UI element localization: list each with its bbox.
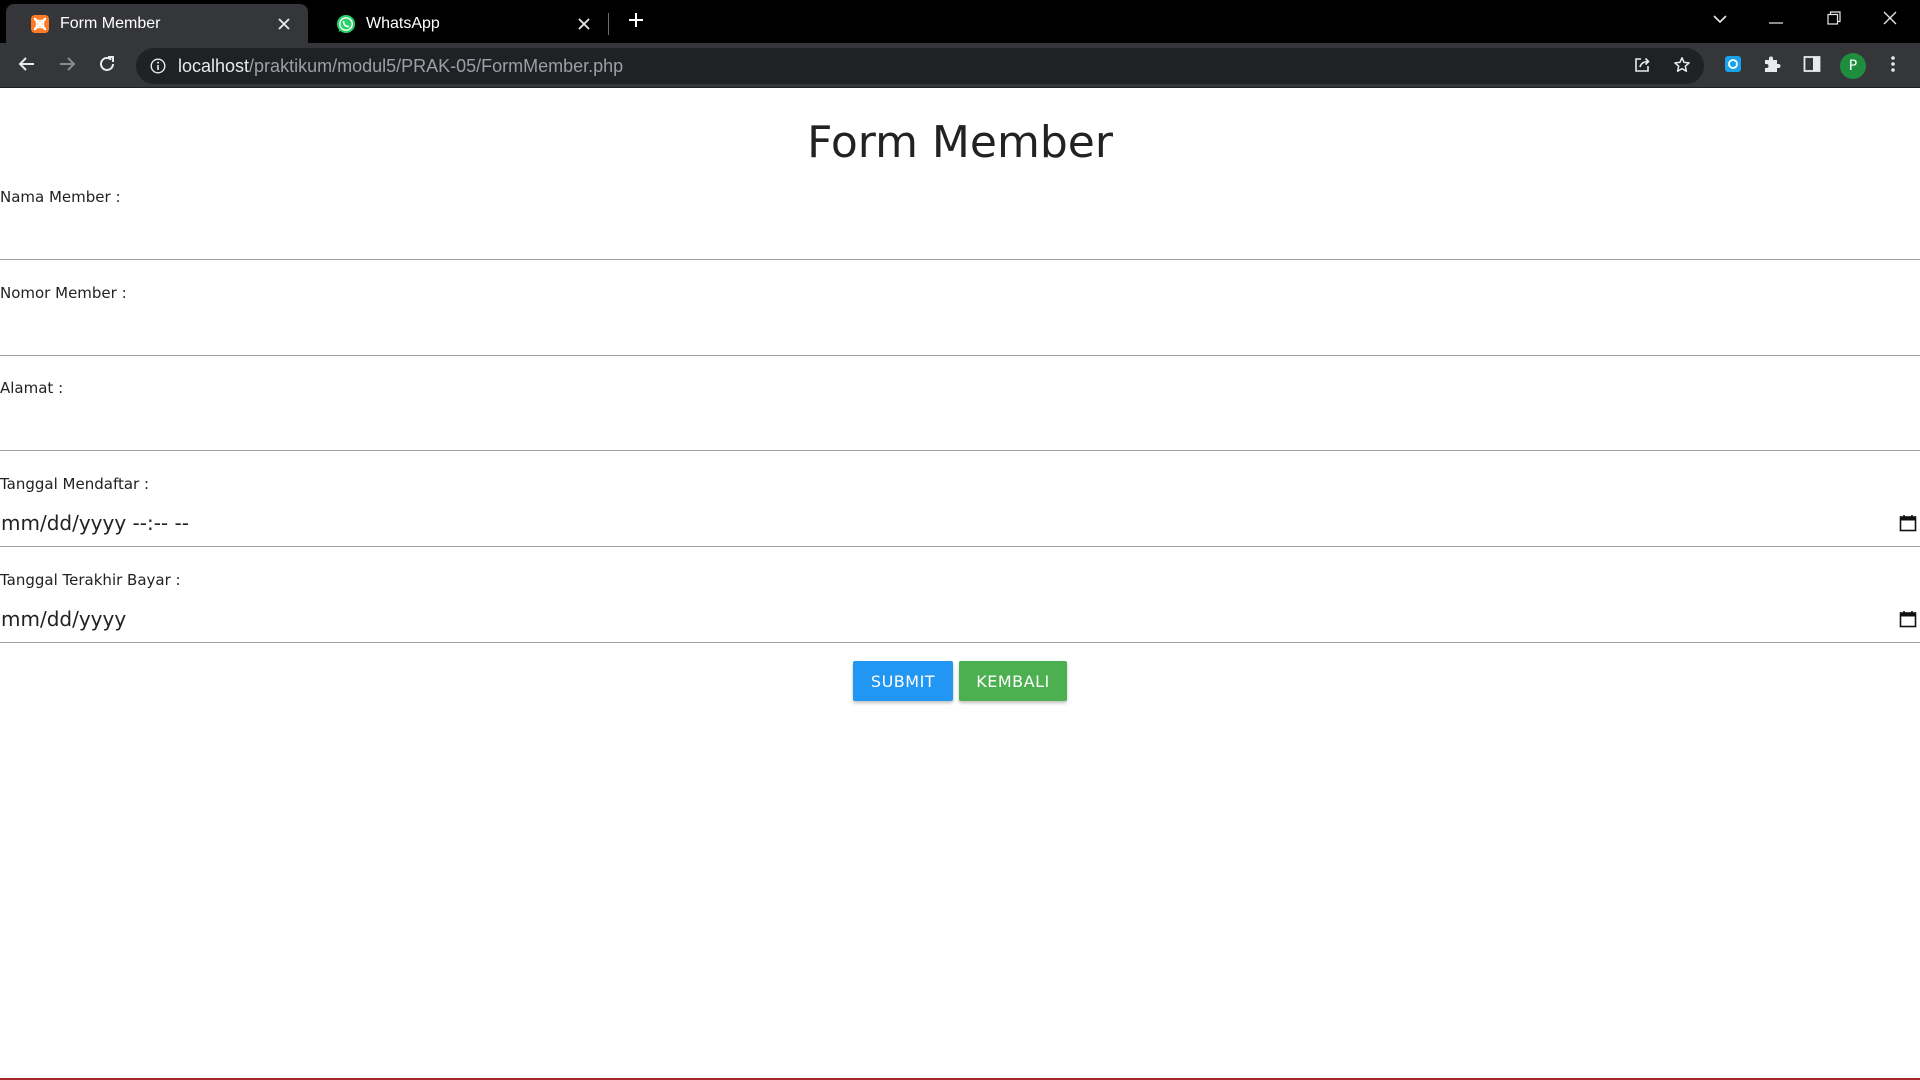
url-path: /praktikum/modul5/PRAK-05/FormMember.php (249, 55, 624, 76)
close-icon (1883, 11, 1897, 30)
alamat-label: Alamat : (0, 379, 64, 397)
puzzle-icon (1762, 54, 1782, 79)
minimize-icon (1769, 11, 1783, 29)
bookmark-button[interactable] (1668, 53, 1696, 81)
arrow-left-icon (18, 55, 36, 78)
plus-icon (628, 12, 644, 33)
tanggal-mendaftar-value: mm/dd/yyyy --:-- -- (1, 511, 189, 535)
side-panel-icon (1803, 55, 1821, 78)
share-icon (1633, 56, 1651, 79)
field-alamat: Alamat : (0, 379, 1920, 475)
xampp-icon (30, 14, 50, 34)
nama-member-input[interactable] (0, 212, 1920, 260)
more-vertical-icon (1890, 55, 1896, 78)
nomor-member-label: Nomor Member : (0, 284, 127, 302)
page-content: Form Member Nama Member : Nomor Member :… (0, 89, 1920, 1078)
nama-member-label: Nama Member : (0, 188, 121, 206)
minimize-button[interactable] (1752, 0, 1800, 40)
reload-icon (98, 55, 116, 78)
browser-toolbar: localhost/praktikum/modul5/PRAK-05/FormM… (0, 43, 1920, 88)
reload-button[interactable] (90, 49, 124, 83)
calendar-icon[interactable] (1898, 609, 1918, 629)
submit-button[interactable]: SUBMIT (853, 661, 953, 701)
alamat-input[interactable] (0, 403, 1920, 451)
side-panel-button[interactable] (1797, 51, 1827, 81)
kembali-button[interactable]: KEMBALI (959, 661, 1067, 701)
chevron-down-icon (1713, 11, 1727, 29)
tanggal-terakhir-bayar-label: Tanggal Terakhir Bayar : (0, 571, 181, 589)
field-tanggal-mendaftar: Tanggal Mendaftar : mm/dd/yyyy --:-- -- (0, 475, 1920, 571)
tab-separator (608, 13, 609, 35)
tanggal-terakhir-bayar-input[interactable] (0, 595, 1920, 643)
field-nama-member: Nama Member : (0, 188, 1920, 284)
extension-app-icon (1724, 55, 1742, 78)
url-host: localhost (178, 55, 250, 76)
tab-title: WhatsApp (366, 14, 440, 32)
close-icon[interactable] (574, 14, 594, 34)
field-nomor-member: Nomor Member : (0, 284, 1920, 380)
avatar: P (1840, 53, 1866, 79)
new-tab-button[interactable] (620, 8, 652, 36)
tanggal-mendaftar-input[interactable] (0, 499, 1920, 547)
extensions-menu-button[interactable] (1757, 51, 1787, 81)
url-text: localhost/praktikum/modul5/PRAK-05/FormM… (178, 56, 623, 77)
page-title: Form Member (807, 117, 1113, 168)
tanggal-terakhir-bayar-value: mm/dd/yyyy (1, 607, 127, 631)
share-button[interactable] (1628, 53, 1656, 81)
nomor-member-input[interactable] (0, 308, 1920, 356)
window-close-button[interactable] (1866, 0, 1914, 40)
whatsapp-icon (336, 14, 356, 34)
browser-menu-button[interactable] (1878, 51, 1908, 81)
forward-button[interactable] (50, 49, 84, 83)
calendar-icon[interactable] (1898, 513, 1918, 533)
address-bar[interactable]: localhost/praktikum/modul5/PRAK-05/FormM… (136, 48, 1704, 84)
tab-form-member[interactable]: Form Member (6, 4, 308, 43)
tab-title: Form Member (60, 14, 161, 32)
tanggal-mendaftar-label: Tanggal Mendaftar : (0, 475, 150, 493)
browser-tabstrip: Form Member WhatsApp (0, 0, 1920, 43)
info-icon[interactable] (148, 56, 168, 76)
arrow-right-icon (58, 55, 76, 78)
profile-button[interactable]: P (1838, 51, 1868, 81)
tab-search-button[interactable] (1696, 0, 1744, 40)
back-button[interactable] (10, 49, 44, 83)
close-icon[interactable] (274, 14, 294, 34)
restore-button[interactable] (1810, 0, 1858, 40)
field-tanggal-terakhir-bayar: Tanggal Terakhir Bayar : mm/dd/yyyy (0, 571, 1920, 667)
tab-whatsapp[interactable]: WhatsApp (312, 4, 608, 43)
restore-icon (1827, 10, 1841, 30)
star-icon (1673, 56, 1691, 79)
extension-button[interactable] (1718, 51, 1748, 81)
